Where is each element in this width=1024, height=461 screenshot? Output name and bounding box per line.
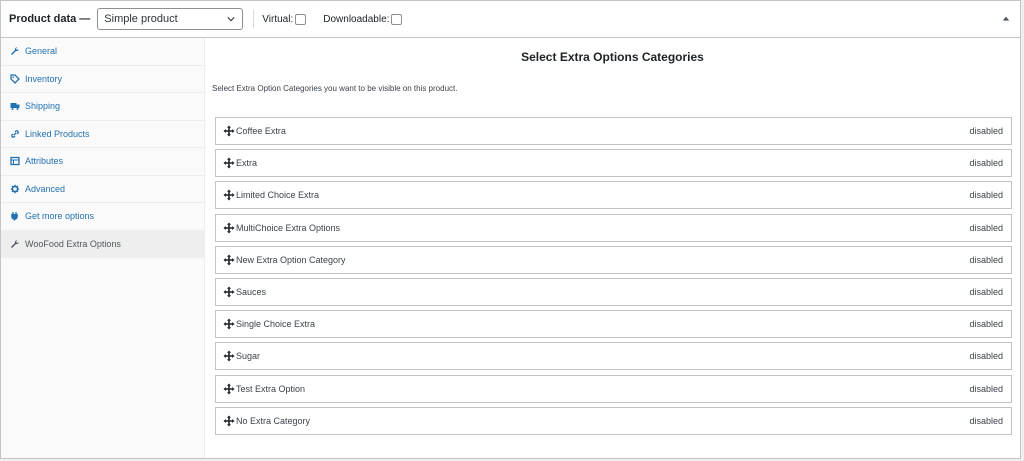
- virtual-label: Virtual:: [262, 13, 294, 25]
- tab-label: Advanced: [25, 183, 66, 194]
- tab-label: WooFood Extra Options: [25, 238, 121, 249]
- tab-label: Shipping: [25, 101, 61, 112]
- tab-linked-products[interactable]: Linked Products: [1, 121, 204, 148]
- tab-shipping[interactable]: Shipping: [1, 93, 204, 121]
- drag-move-icon[interactable]: [223, 415, 235, 427]
- link-icon: [11, 129, 19, 138]
- tab-woofood-extra-options[interactable]: WooFood Extra Options: [1, 230, 204, 258]
- category-status[interactable]: disabled: [969, 223, 1003, 233]
- virtual-option[interactable]: Virtual:: [262, 13, 307, 25]
- section-title: Select Extra Options Categories: [521, 50, 704, 64]
- category-name: Single Choice Extra: [236, 319, 316, 330]
- chevron-down-icon: [227, 17, 235, 22]
- category-name: Limited Choice Extra: [236, 190, 320, 201]
- category-row[interactable]: Coffee Extra disabled: [215, 117, 1012, 145]
- category-status[interactable]: disabled: [969, 126, 1003, 136]
- tab-label: Get more options: [25, 211, 95, 222]
- category-name: New Extra Option Category: [236, 254, 346, 265]
- drag-move-icon[interactable]: [223, 350, 235, 362]
- category-status[interactable]: disabled: [969, 416, 1003, 426]
- virtual-checkbox[interactable]: [295, 13, 307, 25]
- product-data-title: Product data —: [9, 13, 91, 25]
- tab-attributes[interactable]: Attributes: [1, 148, 204, 176]
- tab-label: Attributes: [25, 156, 64, 167]
- wrench-icon: [11, 47, 19, 56]
- category-row[interactable]: Limited Choice Extra disabled: [215, 181, 1012, 210]
- category-name: Sauces: [236, 286, 267, 297]
- drag-move-icon[interactable]: [223, 318, 235, 330]
- drag-move-icon[interactable]: [223, 125, 235, 137]
- category-name: Coffee Extra: [236, 126, 286, 136]
- category-row[interactable]: Extra disabled: [215, 149, 1012, 178]
- drag-move-icon[interactable]: [223, 157, 235, 169]
- category-name: No Extra Category: [236, 415, 311, 426]
- product-data-header: Product data — Simple product Virtual: D…: [1, 1, 1020, 38]
- category-name: Extra: [236, 158, 258, 169]
- truck-icon: [10, 103, 20, 111]
- category-name: MultiChoice Extra Options: [236, 222, 341, 233]
- category-name: Sugar: [236, 351, 261, 362]
- drag-move-icon[interactable]: [223, 383, 235, 395]
- tab-inventory[interactable]: Inventory: [1, 66, 204, 93]
- tab-get-more-options[interactable]: Get more options: [1, 203, 204, 231]
- category-status[interactable]: disabled: [969, 158, 1003, 168]
- tab-general[interactable]: General: [1, 38, 204, 66]
- product-type-select[interactable]: Simple product: [97, 8, 244, 30]
- drag-move-icon[interactable]: [223, 286, 235, 298]
- header-divider: [253, 10, 255, 28]
- category-row[interactable]: New Extra Option Category disabled: [215, 245, 1012, 274]
- gear-icon: [10, 184, 20, 193]
- category-status[interactable]: disabled: [969, 319, 1003, 329]
- drag-move-icon[interactable]: [223, 222, 235, 234]
- plugin-icon: [11, 212, 18, 221]
- category-status[interactable]: disabled: [969, 190, 1003, 200]
- drag-move-icon[interactable]: [223, 254, 235, 266]
- category-status[interactable]: disabled: [969, 287, 1003, 297]
- category-row[interactable]: MultiChoice Extra Options disabled: [215, 213, 1012, 242]
- tab-label: Inventory: [25, 73, 63, 84]
- tab-label: General: [25, 46, 58, 57]
- collapse-toggle-icon[interactable]: [1002, 15, 1010, 23]
- section-description: Select Extra Option Categories you want …: [212, 84, 458, 93]
- category-list: Coffee Extra disabled Extra disabled Lim…: [215, 117, 1012, 439]
- tab-label: Linked Products: [25, 128, 90, 139]
- wrench-icon: [11, 239, 19, 248]
- product-data-tabs: General Inventory Shipping Linked Produc…: [1, 38, 205, 458]
- category-status[interactable]: disabled: [969, 255, 1003, 265]
- product-type-value: Simple product: [104, 13, 178, 25]
- category-row[interactable]: Test Extra Option disabled: [215, 374, 1012, 403]
- downloadable-checkbox[interactable]: [391, 13, 403, 25]
- tag-icon: [10, 74, 20, 84]
- extra-options-content: Select Extra Options Categories Select E…: [205, 38, 1020, 458]
- table-icon: [10, 157, 20, 166]
- downloadable-option[interactable]: Downloadable:: [323, 13, 403, 25]
- category-status[interactable]: disabled: [969, 384, 1003, 394]
- category-row[interactable]: Sauces disabled: [215, 277, 1012, 306]
- category-name: Test Extra Option: [236, 383, 306, 394]
- drag-move-icon[interactable]: [223, 189, 235, 201]
- tab-advanced[interactable]: Advanced: [1, 176, 204, 203]
- category-row[interactable]: Sugar disabled: [215, 342, 1012, 371]
- downloadable-label: Downloadable:: [323, 13, 390, 25]
- category-status[interactable]: disabled: [969, 351, 1003, 361]
- category-row[interactable]: Single Choice Extra disabled: [215, 310, 1012, 339]
- product-data-panel: Product data — Simple product Virtual: D…: [0, 0, 1021, 459]
- category-row[interactable]: No Extra Category disabled: [215, 406, 1012, 435]
